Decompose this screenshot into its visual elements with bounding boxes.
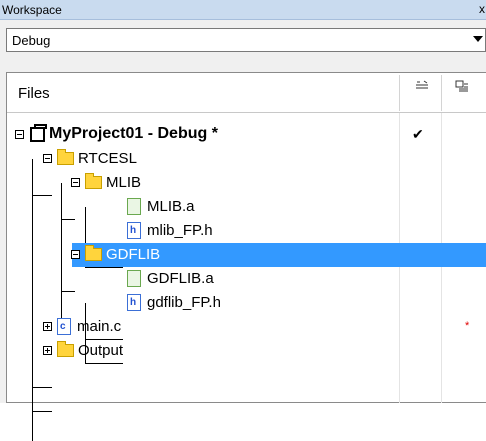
folder-icon bbox=[57, 149, 74, 165]
tree-row-gdflib[interactable]: GDFLIB bbox=[71, 243, 486, 267]
column-separator bbox=[441, 75, 442, 111]
tree-header: Files bbox=[7, 73, 486, 113]
workspace-panel: Debug Files MyProject01 - Debug * ✔ RTCE… bbox=[0, 20, 486, 441]
tree-row-rtcesl[interactable]: RTCESL bbox=[7, 147, 486, 171]
collapse-icon[interactable] bbox=[71, 178, 80, 187]
folder-label: GDFLIB bbox=[106, 246, 161, 263]
collapse-icon[interactable] bbox=[43, 154, 52, 163]
build-check-mark: ✔ bbox=[412, 126, 424, 142]
modified-mark: * bbox=[465, 320, 470, 332]
header-file-glyph: h bbox=[130, 225, 137, 236]
files-column-header[interactable]: Files bbox=[18, 85, 50, 102]
folder-icon bbox=[85, 173, 102, 189]
header-file-icon: h bbox=[127, 294, 141, 311]
configuration-dropdown[interactable]: Debug bbox=[6, 28, 486, 52]
header-file-glyph: h bbox=[130, 297, 137, 308]
header-file-icon: h bbox=[127, 222, 141, 239]
file-label: MLIB.a bbox=[147, 198, 195, 215]
tree-row-mlib[interactable]: MLIB bbox=[7, 171, 486, 195]
project-label: MyProject01 - Debug * bbox=[49, 125, 218, 142]
tree-row-mlib-a[interactable]: MLIB.a bbox=[7, 195, 486, 219]
tree-row-output[interactable]: Output bbox=[7, 339, 486, 363]
folder-label: MLIB bbox=[106, 174, 142, 191]
folder-icon bbox=[57, 341, 74, 357]
c-source-file-icon: c bbox=[57, 318, 71, 335]
tree-line bbox=[85, 363, 123, 364]
file-label: GDFLIB.a bbox=[147, 270, 214, 287]
folder-label: Output bbox=[78, 342, 124, 359]
options-column-icon[interactable] bbox=[455, 80, 469, 94]
expand-icon[interactable] bbox=[43, 322, 52, 331]
chevron-down-icon[interactable] bbox=[473, 36, 483, 42]
collapse-icon[interactable] bbox=[71, 250, 80, 259]
file-tree: Files MyProject01 - Debug * ✔ RTCESL MLI… bbox=[6, 72, 486, 441]
collapse-icon[interactable] bbox=[15, 130, 24, 139]
folder-label: RTCESL bbox=[78, 150, 137, 167]
tree-line bbox=[32, 411, 52, 412]
tree-row-project[interactable]: MyProject01 - Debug * ✔ bbox=[7, 123, 486, 147]
library-file-icon bbox=[127, 270, 141, 287]
c-file-glyph: c bbox=[60, 321, 66, 332]
tree-line bbox=[32, 387, 52, 388]
folder-icon bbox=[85, 245, 102, 261]
library-file-icon bbox=[127, 198, 141, 215]
column-separator bbox=[399, 75, 400, 111]
project-icon bbox=[30, 124, 47, 142]
expand-icon[interactable] bbox=[43, 346, 52, 355]
tree-row-gdflib-fp-h[interactable]: h gdflib_FP.h bbox=[7, 291, 486, 315]
close-icon[interactable]: x bbox=[479, 2, 486, 16]
file-label: main.c bbox=[77, 318, 122, 335]
tree-row-mlib-fp-h[interactable]: h mlib_FP.h bbox=[7, 219, 486, 243]
check-column-icon[interactable] bbox=[415, 80, 429, 94]
workspace-title-bar: Workspace x bbox=[0, 0, 486, 20]
configuration-value: Debug bbox=[12, 33, 51, 48]
tree-row-gdflib-a[interactable]: GDFLIB.a bbox=[7, 267, 486, 291]
file-label: gdflib_FP.h bbox=[147, 294, 221, 311]
tree-row-main-c[interactable]: c main.c * bbox=[7, 315, 486, 339]
window-title: Workspace bbox=[2, 3, 62, 17]
file-label: mlib_FP.h bbox=[147, 222, 213, 239]
